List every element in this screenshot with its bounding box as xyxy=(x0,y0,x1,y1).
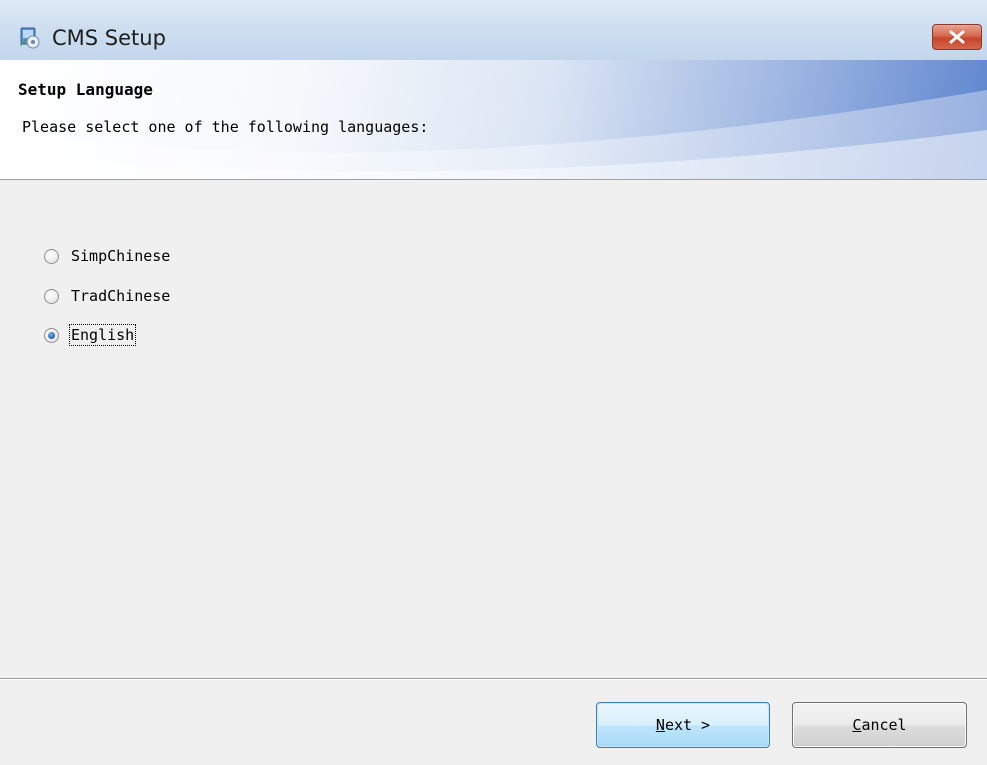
page-title: Setup Language xyxy=(18,80,153,99)
title-bar[interactable]: CMS Setup xyxy=(0,0,987,60)
close-button[interactable] xyxy=(932,24,982,50)
cancel-mnemonic: C xyxy=(852,716,862,734)
window-title: CMS Setup xyxy=(52,26,166,50)
setup-window: CMS Setup Setup Language Please select o… xyxy=(0,0,987,765)
radio-option-english[interactable]: English xyxy=(44,323,137,347)
cancel-label: ancel xyxy=(861,716,907,734)
radio-label[interactable]: English xyxy=(68,324,137,346)
next-button[interactable]: Next > xyxy=(596,702,770,748)
close-icon xyxy=(949,30,965,44)
next-mnemonic: N xyxy=(655,716,665,734)
cancel-button[interactable]: Cancel xyxy=(792,702,967,748)
radio-option-tradchinese[interactable]: TradChinese xyxy=(44,284,170,308)
footer-separator xyxy=(0,678,987,680)
radio-label[interactable]: TradChinese xyxy=(71,287,170,305)
page-subtitle: Please select one of the following langu… xyxy=(22,118,429,136)
radio-button-selected[interactable] xyxy=(44,327,59,343)
radio-button[interactable] xyxy=(44,288,59,304)
setup-app-icon xyxy=(18,25,42,49)
radio-option-simpchinese[interactable]: SimpChinese xyxy=(44,244,170,268)
next-label: ext > xyxy=(664,716,711,734)
radio-button[interactable] xyxy=(44,248,59,264)
radio-label[interactable]: SimpChinese xyxy=(71,247,170,265)
